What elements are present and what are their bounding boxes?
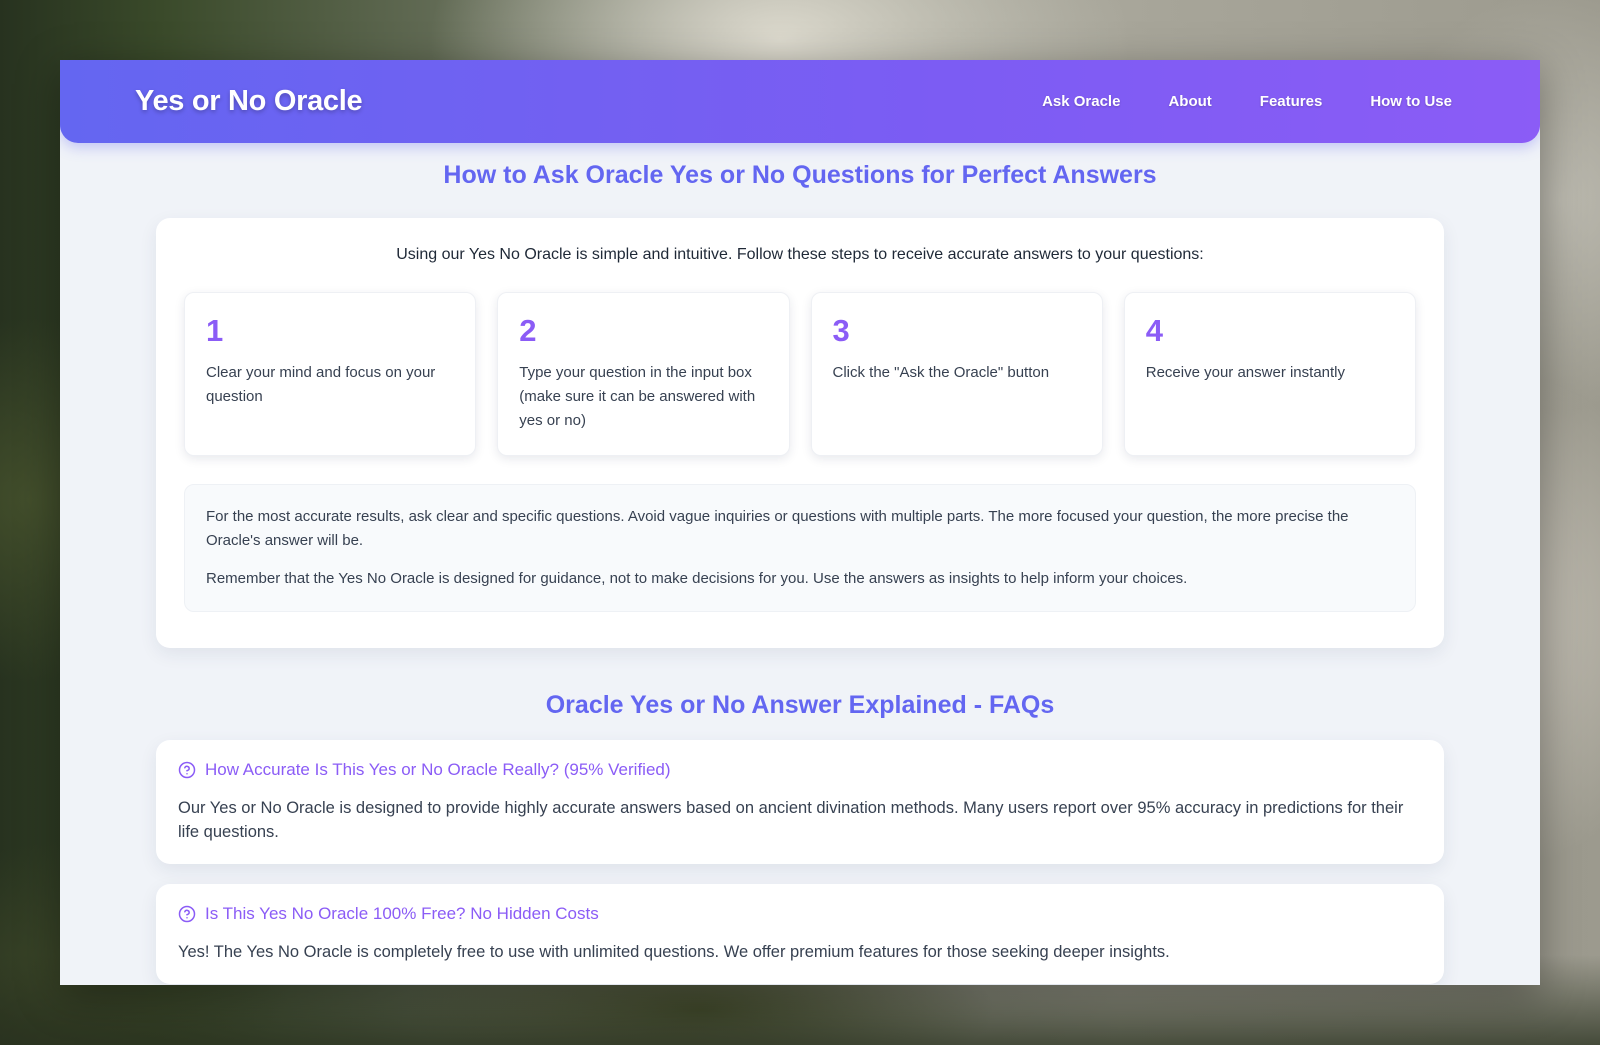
how-to-intro: Using our Yes No Oracle is simple and in…: [396, 246, 1204, 263]
step-text: Type your question in the input box (mak…: [519, 364, 756, 429]
faq-item-accuracy[interactable]: How Accurate Is This Yes or No Oracle Re…: [156, 740, 1444, 864]
faq-question-text: Is This Yes No Oracle 100% Free? No Hidd…: [205, 904, 599, 923]
step-text: Receive your answer instantly: [1145, 364, 1346, 381]
step-number: 4: [1145, 313, 1163, 348]
site-header: Yes or No Oracle Ask Oracle About Featur…: [60, 60, 1540, 143]
tips-box: For the most accurate results, ask clear…: [184, 484, 1416, 612]
question-circle-icon: [178, 761, 196, 779]
faq-question[interactable]: Is This Yes No Oracle 100% Free? No Hidd…: [178, 904, 1422, 924]
site-brand[interactable]: Yes or No Oracle: [135, 85, 363, 118]
step-number: 2: [519, 313, 537, 348]
nav-features[interactable]: Features: [1260, 93, 1323, 110]
step-card-3: 3 Click the "Ask the Oracle" button: [810, 292, 1103, 456]
browser-window: Yes or No Oracle Ask Oracle About Featur…: [60, 60, 1540, 985]
tip-paragraph: Remember that the Yes No Oracle is desig…: [206, 570, 1188, 587]
nav-ask-oracle[interactable]: Ask Oracle: [1042, 93, 1120, 110]
nav-about[interactable]: About: [1168, 93, 1211, 110]
faq-question-text: How Accurate Is This Yes or No Oracle Re…: [205, 760, 671, 779]
step-number: 3: [832, 313, 850, 348]
faq-question[interactable]: How Accurate Is This Yes or No Oracle Re…: [178, 760, 1422, 780]
how-to-card: Using our Yes No Oracle is simple and in…: [156, 218, 1444, 648]
nav-how-to-use[interactable]: How to Use: [1370, 93, 1452, 110]
step-card-2: 2 Type your question in the input box (m…: [497, 292, 790, 456]
how-to-title: How to Ask Oracle Yes or No Questions fo…: [443, 161, 1157, 189]
step-card-4: 4 Receive your answer instantly: [1123, 292, 1416, 456]
faq-answer: Yes! The Yes No Oracle is completely fre…: [178, 943, 1170, 961]
main-nav: Ask Oracle About Features How to Use: [1042, 93, 1452, 110]
step-card-1: 1 Clear your mind and focus on your ques…: [184, 292, 477, 456]
step-number: 1: [206, 313, 224, 348]
step-text: Click the "Ask the Oracle" button: [832, 364, 1050, 381]
faq-title: Oracle Yes or No Answer Explained - FAQs: [545, 691, 1055, 719]
tip-paragraph: For the most accurate results, ask clear…: [206, 508, 1349, 549]
faq-item-free[interactable]: Is This Yes No Oracle 100% Free? No Hidd…: [156, 884, 1444, 984]
question-circle-icon: [178, 905, 196, 923]
faq-answer: Our Yes or No Oracle is designed to prov…: [178, 799, 1404, 841]
step-text: Clear your mind and focus on your questi…: [206, 364, 436, 405]
steps-row: 1 Clear your mind and focus on your ques…: [184, 292, 1416, 456]
